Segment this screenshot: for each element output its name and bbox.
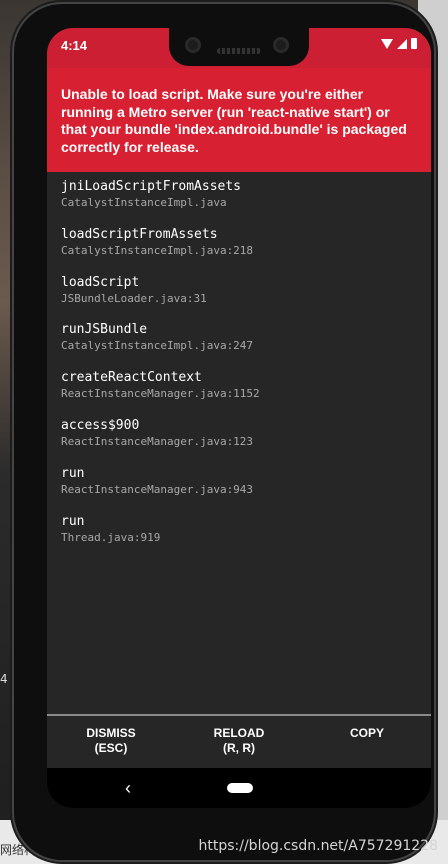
stack-frame[interactable]: run ReactInstanceManager.java:943: [61, 465, 421, 513]
stack-frame[interactable]: loadScript JSBundleLoader.java:31: [61, 274, 421, 322]
stack-frame-method: loadScriptFromAssets: [61, 226, 218, 242]
stack-frame-location: ReactInstanceManager.java:1152: [61, 387, 260, 401]
error-banner: Unable to load script. Make sure you're …: [47, 68, 431, 172]
reload-label: RELOAD: [213, 726, 265, 740]
redbox-footer: DISMISS (ESC) RELOAD (R, R) COPY: [47, 714, 431, 770]
status-icons: [381, 38, 417, 49]
copy-label: COPY: [349, 726, 384, 740]
stack-frame-method: createReactContext: [61, 370, 202, 386]
stack-trace-list: jniLoadScriptFromAssets CatalystInstance…: [61, 178, 421, 560]
stack-frame-method: access$900: [61, 417, 140, 433]
stack-frame-location: JSBundleLoader.java:31: [61, 291, 207, 305]
back-chevron-icon[interactable]: ‹: [125, 778, 131, 799]
desktop-text-fragment: 4: [0, 672, 8, 686]
stack-frame-location: CatalystInstanceImpl.java: [61, 196, 227, 209]
stack-frame[interactable]: createReactContext ReactInstanceManager.…: [61, 369, 421, 417]
camera-notch: [169, 28, 309, 66]
earpiece-speaker: [217, 48, 261, 54]
stack-frame-location: ReactInstanceManager.java:123: [61, 434, 254, 448]
stack-frame[interactable]: run Thread.java:919: [61, 513, 421, 561]
home-pill-icon[interactable]: [227, 783, 253, 793]
battery-icon: [411, 38, 417, 49]
stack-frame-method: jniLoadScriptFromAssets: [61, 179, 242, 194]
signal-icon: [397, 38, 407, 49]
stack-frame-location: CatalystInstanceImpl.java:247: [61, 339, 254, 353]
dismiss-label: DISMISS: [86, 726, 136, 740]
status-time: 4:14: [61, 38, 88, 53]
stack-frame[interactable]: access$900 ReactInstanceManager.java:123: [61, 417, 421, 465]
reload-shortcut: (R, R): [223, 741, 255, 755]
stack-frame-method: run: [61, 465, 85, 481]
error-message: Unable to load script. Make sure you're …: [61, 86, 407, 155]
phone-frame: 4:14 Unable to load script. Make sure yo…: [14, 4, 434, 860]
front-camera-icon: [273, 37, 289, 53]
dismiss-button[interactable]: DISMISS (ESC): [47, 716, 175, 770]
stack-frame-location: Thread.java:919: [61, 530, 161, 544]
status-bar: 4:14: [47, 28, 431, 68]
stack-frame-location: ReactInstanceManager.java:943: [61, 482, 254, 496]
front-camera-icon: [185, 37, 201, 53]
copy-button[interactable]: COPY: [303, 716, 431, 770]
android-nav-bar: ‹: [47, 768, 431, 808]
stack-frame[interactable]: jniLoadScriptFromAssets CatalystInstance…: [61, 178, 421, 226]
dismiss-shortcut: (ESC): [94, 741, 128, 755]
stack-frame-method: loadScript: [61, 274, 140, 290]
stack-frame-method: run: [61, 513, 85, 529]
reload-button[interactable]: RELOAD (R, R): [175, 716, 303, 770]
watermark: https://blog.csdn.net/A757291228: [198, 838, 439, 854]
stack-frame[interactable]: runJSBundle CatalystInstanceImpl.java:24…: [61, 321, 421, 369]
stack-frame[interactable]: loadScriptFromAssets CatalystInstanceImp…: [61, 226, 421, 274]
phone-screen: 4:14 Unable to load script. Make sure yo…: [47, 28, 431, 808]
wifi-icon: [381, 38, 393, 49]
stack-frame-location: CatalystInstanceImpl.java:218: [61, 243, 254, 257]
stack-frame-method: runJSBundle: [61, 322, 148, 338]
